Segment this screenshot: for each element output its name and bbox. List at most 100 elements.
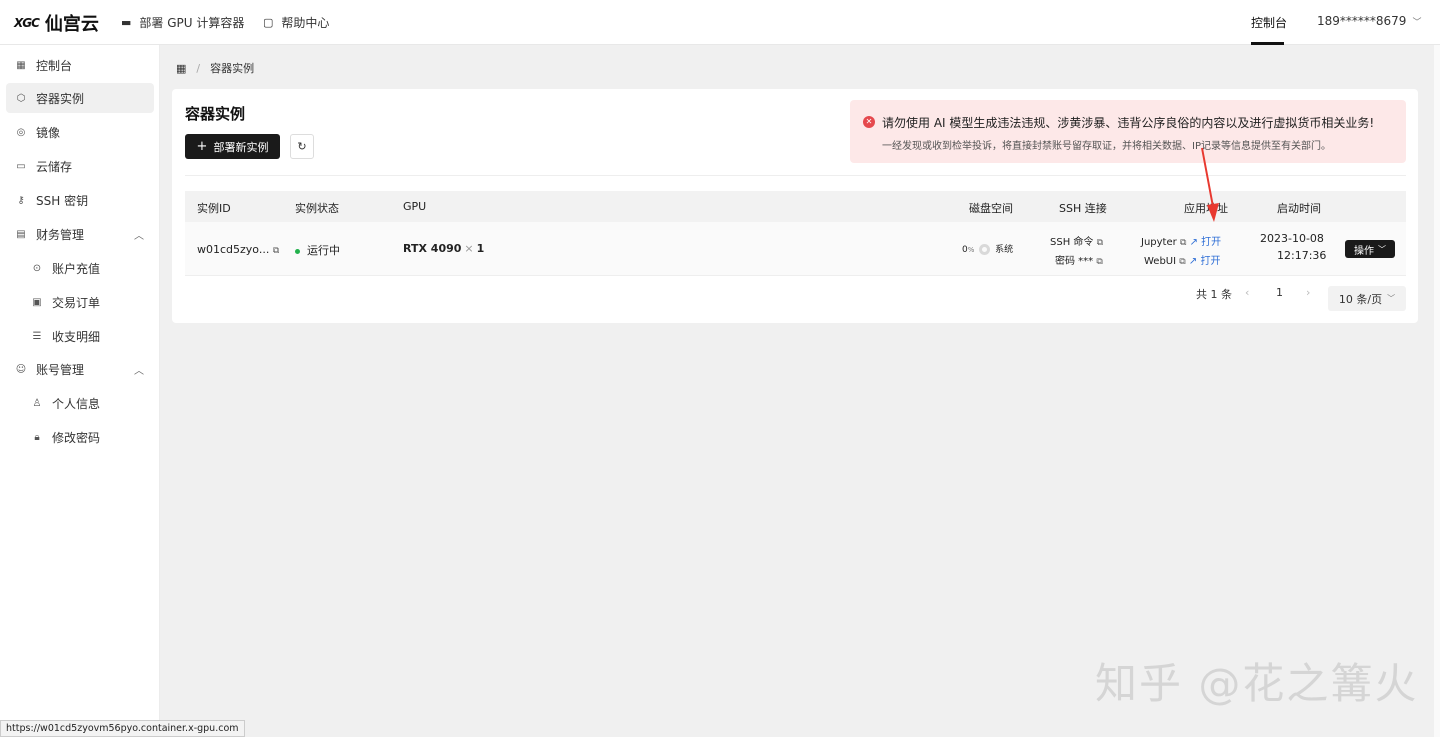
sidebar-item-account[interactable]: ☺ 账号管理 ︿ [6,354,154,384]
warning-alert: ✕ 请勿使用 AI 模型生成违法违规、涉黄涉暴、违背公序良俗的内容以及进行虚拟货… [850,100,1406,163]
deploy-new-instance-button[interactable]: + 部署新实例 [185,134,280,159]
running-dot-icon [295,248,300,254]
chevron-up-icon: ︿ [134,230,144,242]
copy-icon[interactable]: ⧉ [1180,238,1186,248]
disk-label: 系统 [995,245,1014,255]
user-phone: 189******8679 [1317,14,1407,28]
ssh-command: SSH 命令 [1050,237,1094,248]
next-page-icon[interactable]: › [1306,286,1310,299]
chevron-up-icon: ︿ [134,365,144,377]
container-icon: ⬡ [16,92,26,104]
finance-icon: ▤ [16,228,26,240]
nav-console-indicator [1251,42,1284,45]
logo[interactable]: XGC 仙宫云 [14,10,99,36]
logo-mark: XGC [14,16,40,30]
start-time: 12:17:36 [1277,249,1327,262]
sidebar-item-label: 个人信息 [52,396,101,411]
open-webui-link[interactable]: ↗ 打开 [1189,256,1221,267]
copy-icon[interactable]: ⧉ [1179,257,1185,267]
ssh-password-cell[interactable]: 密码 *** ⧉ [1055,252,1103,267]
instance-id-cell: w01cd5zyo... ⧉ [197,243,279,256]
storage-icon: ▭ [16,160,26,172]
page-number-current[interactable]: 1 [1276,286,1283,299]
sidebar: ▦ 控制台 ⬡ 容器实例 ◎ 镜像 ▭ 云储存 ⚷ SSH 密钥 ▤ 财务管理 … [0,45,160,737]
table-row: w01cd5zyo... ⧉ 运行中 RTX 4090 × 1 0% 系统 SSH … [185,222,1406,276]
header-ssh: SSH 连接 [1059,202,1107,215]
logo-text: 仙宫云 [44,14,99,35]
nav-help-label: 帮助中心 [281,16,330,30]
sidebar-item-label: 收支明细 [52,329,101,344]
account-icon: ☺ [15,363,27,375]
sidebar-item-console[interactable]: ▦ 控制台 [6,50,154,80]
page-size-select[interactable]: 10 条/页 ﹀ [1328,286,1406,311]
sidebar-item-label: 云储存 [36,159,73,174]
copy-icon[interactable]: ⧉ [1097,238,1103,248]
status-bar-url: https://w01cd5zyovm56pyo.container.x-gpu… [0,720,245,737]
header-app-address: 应用地址 [1184,202,1228,215]
image-icon: ◎ [16,126,26,138]
alert-title: 请勿使用 AI 模型生成违法违规、涉黄涉暴、违背公序良俗的内容以及进行虚拟货币相… [882,116,1375,130]
deploy-button-label: 部署新实例 [213,140,269,154]
scrollbar[interactable] [1434,45,1440,737]
jupyter-label: Jupyter [1141,237,1177,248]
disk-cell: 0% 系统 [962,242,1013,255]
plus-icon: + [196,139,208,154]
sidebar-item-label: 财务管理 [36,227,85,242]
copy-icon[interactable]: ⧉ [1096,257,1102,267]
sidebar-item-finance[interactable]: ▤ 财务管理 ︿ [6,219,154,249]
nav-help-center[interactable]: ▢ 帮助中心 [263,14,329,31]
sidebar-item-billing-details[interactable]: ☰ 收支明细 [22,321,154,351]
order-icon: ▣ [32,296,42,308]
nav-deploy-gpu[interactable]: ▬ 部署 GPU 计算容器 [121,14,244,31]
sidebar-item-ssh-keys[interactable]: ⚷ SSH 密钥 [6,185,154,215]
gpu-icon: ▬ [121,16,132,29]
home-icon[interactable]: ▦ [176,62,186,75]
sidebar-item-label: 容器实例 [36,91,85,106]
sidebar-item-label: 账号管理 [36,362,85,377]
nav-deploy-label: 部署 GPU 计算容器 [139,16,245,30]
instances-card: 容器实例 + 部署新实例 ↻ ✕ 请勿使用 AI 模型生成违法违规、涉黄涉暴、违… [172,89,1418,323]
ssh-password: 密码 *** [1055,256,1094,267]
table-header: 实例ID 实例状态 GPU 磁盘空间 SSH 连接 应用地址 启动时间 [185,191,1406,222]
status-cell: 运行中 [295,242,340,258]
prev-page-icon[interactable]: ‹ [1245,286,1249,299]
sidebar-item-images[interactable]: ◎ 镜像 [6,117,154,147]
user-icon: ♙ [32,397,42,409]
nav-console[interactable]: 控制台 [1251,14,1287,31]
sidebar-item-label: 交易订单 [52,295,101,310]
webui-cell: WebUI ⧉ ↗ 打开 [1144,252,1220,267]
sidebar-item-label: 镜像 [36,125,61,140]
header-start-time: 启动时间 [1277,202,1321,215]
sidebar-item-cloud-storage[interactable]: ▭ 云储存 [6,151,154,181]
refresh-icon: ↻ [297,140,307,153]
open-link-label: 打开 [1201,237,1222,248]
pagination-total: 共 1 条 [1196,288,1232,301]
sidebar-item-recharge[interactable]: ⊙ 账户充值 [22,253,154,283]
gpu-count: 1 [476,242,485,255]
webui-label: WebUI [1144,256,1177,267]
lock-icon: 🔒︎ [34,431,40,443]
sidebar-item-change-password[interactable]: 🔒︎ 修改密码 [22,422,154,452]
sidebar-item-orders[interactable]: ▣ 交易订单 [22,287,154,317]
list-icon: ☰ [32,330,42,342]
user-menu[interactable]: 189******8679 ﹀ [1317,14,1421,28]
divider [185,175,1406,176]
instance-id: w01cd5zyo... [197,243,270,256]
header-status: 实例状态 [295,202,339,215]
ssh-command-cell[interactable]: SSH 命令 ⧉ [1050,233,1103,248]
sidebar-item-label: 账户充值 [52,261,101,276]
dashboard-icon: ▦ [16,59,26,71]
chevron-down-icon: ﹀ [1412,17,1422,28]
copy-icon[interactable]: ⧉ [273,246,279,256]
refresh-button[interactable]: ↻ [290,134,314,159]
sidebar-item-label: SSH 密钥 [36,193,89,208]
header-disk: 磁盘空间 [969,202,1013,215]
header-instance-id: 实例ID [197,202,231,215]
gpu-name: RTX 4090 [403,242,462,255]
gpu-times: × [464,242,474,255]
sidebar-item-profile[interactable]: ♙ 个人信息 [22,388,154,418]
sidebar-item-container-instances[interactable]: ⬡ 容器实例 [6,83,154,113]
actions-button[interactable]: 操作 ﹀ [1345,240,1395,258]
sidebar-item-label: 控制台 [36,58,73,73]
open-jupyter-link[interactable]: ↗ 打开 [1190,237,1222,248]
